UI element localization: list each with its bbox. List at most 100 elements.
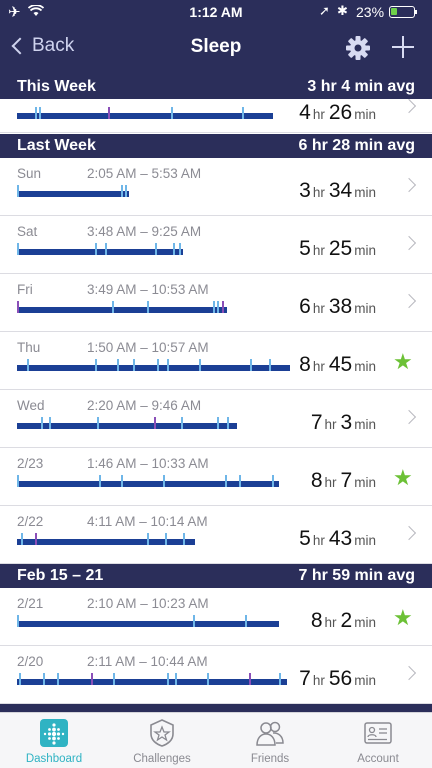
tab-label: Account: [357, 753, 399, 765]
restless-marker: [27, 359, 29, 371]
battery-percent: 23%: [356, 4, 385, 20]
restless-marker: [242, 107, 244, 119]
goal-star-icon: ★: [393, 465, 413, 490]
restless-marker: [17, 615, 19, 627]
section-label: Last Week: [17, 137, 96, 154]
restless-marker: [272, 475, 274, 487]
restless-marker: [21, 533, 23, 545]
restless-marker: [133, 359, 135, 371]
sleep-log-row[interactable]: Sat 3:48 AM – 9:25 AM 5 hr 25 min: [0, 216, 432, 274]
restless-marker: [227, 417, 229, 429]
sleep-bar: [17, 533, 195, 545]
gear-icon[interactable]: [344, 34, 372, 62]
add-button[interactable]: [390, 34, 416, 60]
restless-marker: [39, 107, 41, 119]
sleep-bar: [17, 615, 279, 627]
challenges-badge-icon: [150, 719, 174, 747]
restless-marker: [121, 185, 123, 197]
restless-marker: [179, 243, 181, 255]
row-time-range: 3:49 AM – 10:53 AM: [87, 282, 209, 297]
restless-marker: [105, 243, 107, 255]
chevron-right-icon: [401, 235, 417, 251]
sleep-bar: [17, 107, 273, 119]
sleep-bar: [17, 673, 287, 685]
restless-marker: [171, 107, 173, 119]
restless-marker: [57, 673, 59, 685]
sleep-duration: 5 hr 43 min: [299, 527, 376, 550]
sleep-bar: [17, 243, 183, 255]
restless-marker: [225, 475, 227, 487]
sleep-log-row[interactable]: 2/22 4:11 AM – 10:14 AM 5 hr 43 min: [0, 506, 432, 564]
row-time-range: 1:46 AM – 10:33 AM: [87, 456, 209, 471]
sleep-log-row[interactable]: Fri 3:49 AM – 10:53 AM 6 hr 38 min: [0, 274, 432, 332]
section-label: This Week: [17, 78, 96, 95]
sleep-log-row[interactable]: 4 hr 26 min: [0, 98, 432, 133]
restless-marker: [279, 673, 281, 685]
sleep-log-list[interactable]: This Week 3 hr 4 min avg 4 hr 26 min Last W…: [0, 75, 432, 712]
sleep-duration: 3 hr 34 min: [299, 179, 376, 202]
row-day: 2/20: [17, 654, 44, 669]
section-header-this-week: This Week 3 hr 4 min avg: [0, 75, 432, 99]
restless-marker: [49, 417, 51, 429]
restless-marker: [17, 475, 19, 487]
row-day: 2/23: [17, 456, 44, 471]
restless-marker: [175, 673, 177, 685]
sleep-bar: [17, 359, 290, 371]
battery-icon: [389, 6, 417, 18]
restless-marker: [155, 243, 157, 255]
location-icon: ➚: [319, 3, 330, 18]
account-card-icon: [364, 722, 392, 744]
sleep-duration: 7 hr 56 min: [299, 667, 376, 690]
row-day: Sun: [17, 166, 42, 181]
nav-bar: Back Sleep: [0, 24, 432, 75]
chevron-right-icon: [401, 525, 417, 541]
chevron-right-icon: [401, 293, 417, 309]
sleep-screen: ✈ 1:12 AM ➚ ✱ 23% Back Sleep This Week 3…: [0, 0, 432, 768]
restless-marker: [117, 359, 119, 371]
sleep-log-row[interactable]: 2/20 2:11 AM – 10:44 AM 7 hr 56 min: [0, 646, 432, 704]
goal-star-icon: ★: [393, 349, 413, 374]
restless-marker: [157, 359, 159, 371]
row-day: Wed: [17, 398, 45, 413]
row-time-range: 2:11 AM – 10:44 AM: [87, 654, 208, 669]
sleep-log-row[interactable]: Wed 2:20 AM – 9:46 AM 7 hr 3 min: [0, 390, 432, 448]
restless-marker: [173, 243, 175, 255]
row-day: Fri: [17, 282, 33, 297]
restless-marker: [147, 533, 149, 545]
restless-marker: [95, 243, 97, 255]
top-bar: ✈ 1:12 AM ➚ ✱ 23% Back Sleep: [0, 0, 432, 75]
tab-friends[interactable]: Friends: [216, 713, 324, 768]
tab-dashboard[interactable]: Dashboard: [0, 713, 108, 768]
row-day: 2/22: [17, 514, 44, 529]
sleep-log-row[interactable]: 2/23 1:46 AM – 10:33 AM 8 hr 7 min ★: [0, 448, 432, 506]
sleep-bar: [17, 185, 129, 197]
awake-marker: [17, 301, 19, 313]
restless-marker: [35, 107, 37, 119]
sleep-log-row[interactable]: 2/21 2:10 AM – 10:23 AM 8 hr 2 min ★: [0, 588, 432, 646]
chevron-right-icon: [401, 177, 417, 193]
restless-marker: [217, 301, 219, 313]
restless-marker: [41, 417, 43, 429]
sleep-duration: 6 hr 38 min: [299, 295, 376, 318]
friends-icon: [256, 721, 284, 746]
chevron-right-icon: [401, 665, 417, 681]
restless-marker: [43, 673, 45, 685]
restless-marker: [239, 475, 241, 487]
restless-marker: [99, 475, 101, 487]
sleep-duration: 7 hr 3 min: [310, 411, 376, 434]
sleep-bar: [17, 417, 237, 429]
row-day: Thu: [17, 340, 41, 355]
sleep-log-row[interactable]: Thu 1:50 AM – 10:57 AM 8 hr 45 min ★: [0, 332, 432, 390]
restless-marker: [250, 359, 252, 371]
sleep-log-row[interactable]: Sun 2:05 AM – 5:53 AM 3 hr 34 min: [0, 158, 432, 216]
row-day: Sat: [17, 224, 38, 239]
restless-marker: [165, 533, 167, 545]
restless-marker: [269, 359, 271, 371]
awake-marker: [91, 673, 93, 685]
section-header-next-week: [0, 704, 432, 712]
tab-challenges[interactable]: Challenges: [108, 713, 216, 768]
chevron-right-icon: [401, 409, 417, 425]
row-time-range: 1:50 AM – 10:57 AM: [87, 340, 209, 355]
tab-account[interactable]: Account: [324, 713, 432, 768]
tab-bar: Dashboard Challenges Friends Account: [0, 712, 432, 768]
